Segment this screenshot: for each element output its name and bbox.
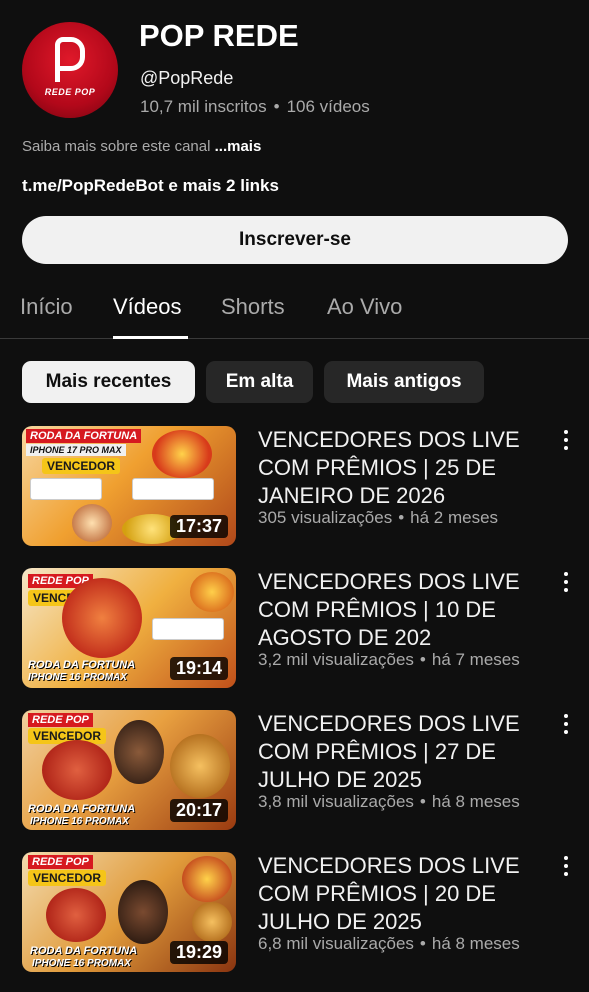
subscribe-button[interactable]: Inscrever-se — [22, 216, 568, 264]
more-options-icon[interactable] — [561, 856, 571, 876]
separator-dot: • — [273, 97, 280, 116]
view-count: 3,8 mil visualizações — [258, 792, 414, 811]
video-age: há 7 meses — [431, 650, 520, 669]
thumb-mascot — [170, 734, 230, 798]
pop-logo-icon — [55, 37, 85, 82]
thumb-wheel-graphic — [190, 572, 234, 612]
video-title[interactable]: VENCEDORES DOS LIVE COM PRÊMIOS | 10 DE … — [258, 568, 548, 652]
video-title[interactable]: VENCEDORES DOS LIVE COM PRÊMIOS | 20 DE … — [258, 852, 548, 936]
video-age: há 8 meses — [431, 934, 520, 953]
avatar-logo-text: REDE POP — [44, 87, 96, 97]
channel-avatar[interactable]: REDE POP — [22, 22, 118, 118]
thumb-character — [46, 888, 106, 942]
subscriber-count: 10,7 mil inscritos — [140, 97, 267, 116]
thumb-card — [132, 478, 214, 500]
video-meta: 6,8 mil visualizações • há 8 meses — [258, 934, 520, 954]
video-item[interactable]: REDE POP VENCEDOR RODA DA FORTUNA IPHONE… — [0, 568, 589, 694]
thumb-character — [62, 578, 142, 658]
video-item[interactable]: REDE POP VENCEDOR RODA DA FORTUNA IPHONE… — [0, 852, 589, 978]
video-duration: 19:29 — [169, 941, 228, 964]
view-count: 3,2 mil visualizações — [258, 650, 414, 669]
thumb-banner: RODA DA FORTUNA — [26, 429, 142, 443]
channel-stats: 10,7 mil inscritos • 106 vídeos — [140, 97, 370, 117]
chip-mais-antigos[interactable]: Mais antigos — [324, 361, 484, 403]
thumb-subtitle: IPHONE 17 PRO MAX — [26, 444, 126, 456]
video-item[interactable]: RODA DA FORTUNA IPHONE 17 PRO MAX VENCED… — [0, 426, 589, 552]
channel-handle: @PopRede — [140, 68, 234, 88]
active-tab-indicator — [113, 336, 188, 339]
video-count: 106 vídeos — [286, 97, 370, 116]
channel-links[interactable]: t.me/PopRedeBot e mais 2 links — [22, 176, 279, 196]
video-item[interactable]: REDE POP VENCEDOR RODA DA FORTUNA IPHONE… — [0, 710, 589, 836]
thumb-footer-subtitle: IPHONE 16 PROMAX — [32, 958, 131, 969]
video-thumbnail[interactable]: RODA DA FORTUNA IPHONE 17 PRO MAX VENCED… — [22, 426, 236, 546]
thumb-card — [30, 478, 102, 500]
video-duration: 19:14 — [169, 657, 228, 680]
thumb-character — [72, 504, 112, 542]
thumb-person — [118, 880, 168, 944]
thumb-footer-title: RODA DA FORTUNA — [30, 945, 138, 957]
thumb-footer-title: RODA DA FORTUNA — [28, 659, 136, 671]
video-duration: 20:17 — [169, 799, 228, 822]
tab-videos[interactable]: Vídeos — [113, 294, 182, 320]
thumb-footer-title: RODA DA FORTUNA — [28, 803, 136, 815]
thumb-banner: REDE POP — [28, 713, 93, 727]
video-thumbnail[interactable]: REDE POP VENCEDOR RODA DA FORTUNA IPHONE… — [22, 568, 236, 688]
tab-shorts[interactable]: Shorts — [221, 294, 285, 320]
thumb-footer-subtitle: IPHONE 16 PROMAX — [28, 672, 127, 683]
thumb-card — [152, 618, 224, 640]
video-duration: 17:37 — [169, 515, 228, 538]
thumb-badge: VENCEDOR — [28, 870, 107, 886]
channel-about[interactable]: Saiba mais sobre este canal ...mais — [22, 138, 261, 155]
thumb-badge: VENCEDOR — [42, 458, 121, 474]
separator-dot: • — [419, 650, 426, 669]
thumb-banner: REDE POP — [28, 855, 93, 869]
view-count: 305 visualizações — [258, 508, 393, 527]
view-count: 6,8 mil visualizações — [258, 934, 414, 953]
video-thumbnail[interactable]: REDE POP VENCEDOR RODA DA FORTUNA IPHONE… — [22, 852, 236, 972]
video-meta: 305 visualizações • há 2 meses — [258, 508, 498, 528]
tab-inicio[interactable]: Início — [20, 294, 73, 320]
thumb-mascot — [192, 902, 232, 942]
separator-dot: • — [398, 508, 405, 527]
more-options-icon[interactable] — [561, 714, 571, 734]
channel-title: POP REDE — [139, 18, 299, 53]
chip-em-alta[interactable]: Em alta — [206, 361, 313, 403]
more-options-icon[interactable] — [561, 430, 571, 450]
about-more-link[interactable]: ...mais — [215, 138, 262, 155]
thumb-wheel-graphic — [152, 430, 212, 478]
video-title[interactable]: VENCEDORES DOS LIVE COM PRÊMIOS | 27 DE … — [258, 710, 548, 794]
thumb-character — [42, 740, 112, 800]
thumb-wheel-graphic — [182, 856, 232, 902]
tab-ao-vivo[interactable]: Ao Vivo — [327, 294, 402, 320]
more-options-icon[interactable] — [561, 572, 571, 592]
about-text: Saiba mais sobre este canal — [22, 138, 211, 155]
separator-dot: • — [419, 792, 426, 811]
video-age: há 2 meses — [410, 508, 499, 527]
video-title[interactable]: VENCEDORES DOS LIVE COM PRÊMIOS | 25 DE … — [258, 426, 548, 510]
video-age: há 8 meses — [431, 792, 520, 811]
thumb-person — [114, 720, 164, 784]
separator-dot: • — [419, 934, 426, 953]
thumb-footer-subtitle: IPHONE 16 PROMAX — [30, 816, 129, 827]
video-meta: 3,2 mil visualizações • há 7 meses — [258, 650, 520, 670]
video-meta: 3,8 mil visualizações • há 8 meses — [258, 792, 520, 812]
video-thumbnail[interactable]: REDE POP VENCEDOR RODA DA FORTUNA IPHONE… — [22, 710, 236, 830]
chip-mais-recentes[interactable]: Mais recentes — [22, 361, 195, 403]
channel-tabs: Início Vídeos Shorts Ao Vivo — [0, 284, 589, 339]
